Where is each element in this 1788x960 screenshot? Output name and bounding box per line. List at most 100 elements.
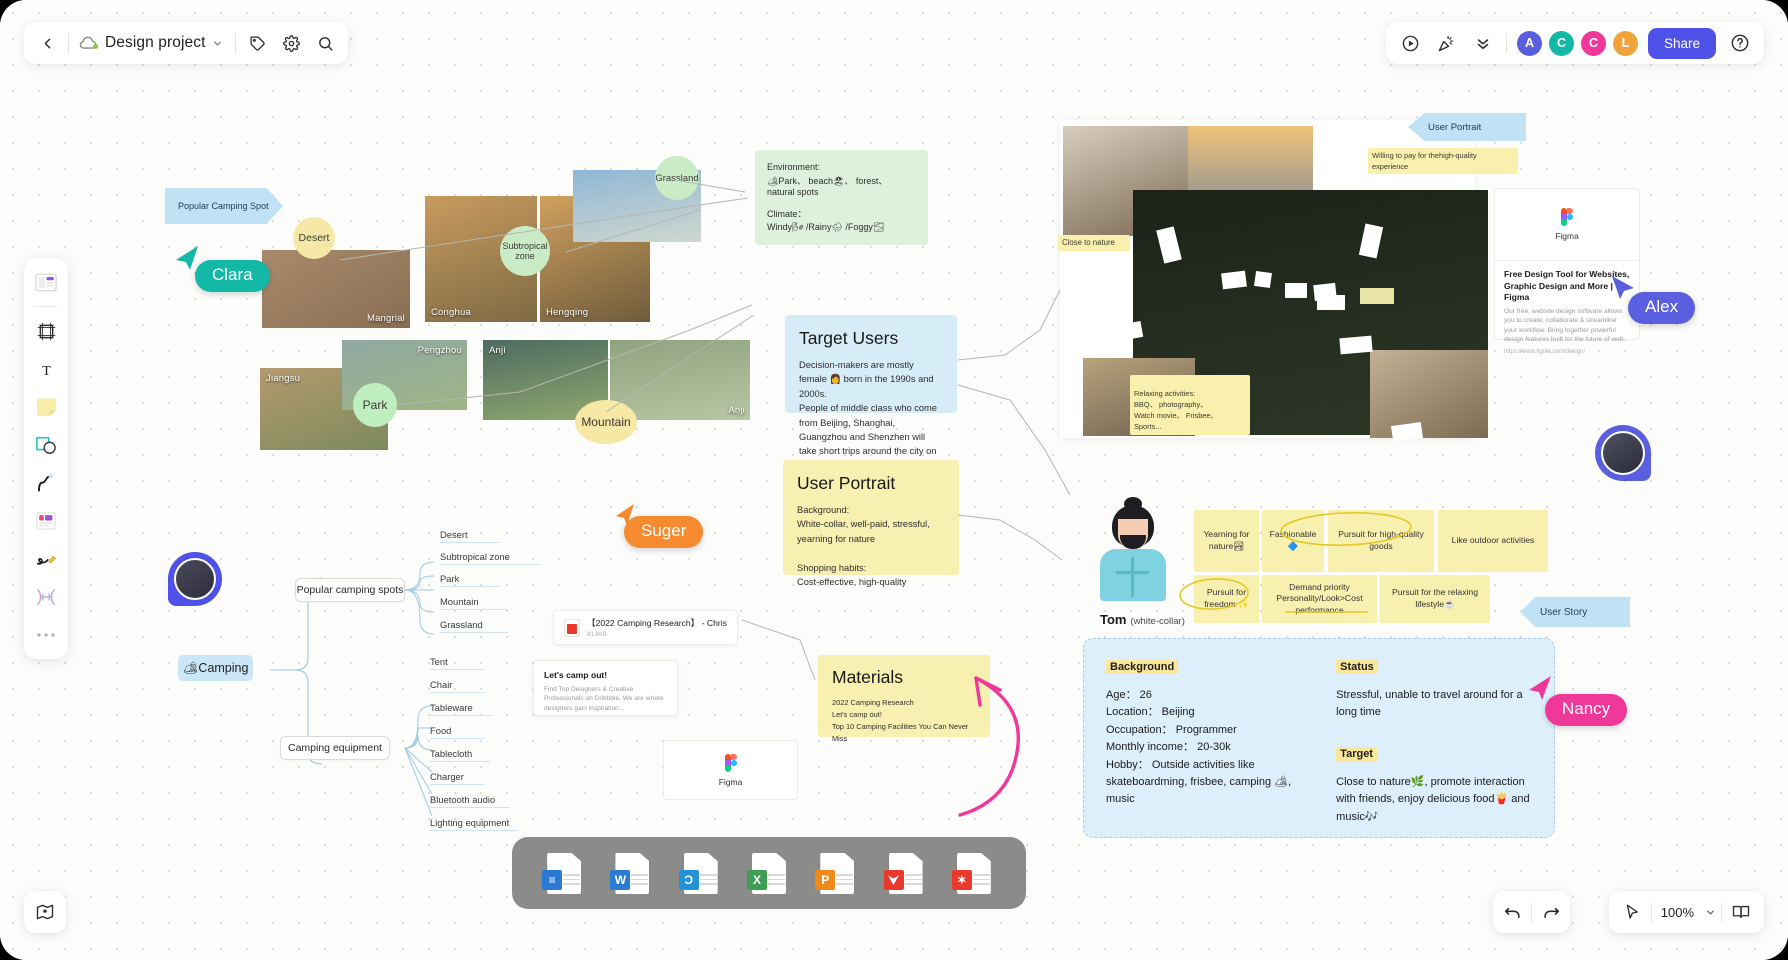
moodboard-photo-table[interactable]: [1370, 350, 1488, 438]
tool-connector[interactable]: [29, 466, 63, 500]
mindmap-leaf[interactable]: Food: [430, 725, 485, 739]
dock-item-pdf-file[interactable]: ⮟: [883, 850, 929, 896]
cursor-name: Suger: [641, 521, 686, 540]
excel-badge-icon: X: [747, 870, 767, 890]
figma-label: Figma: [1555, 231, 1579, 241]
camp-link-card[interactable]: Let's camp out! Find Top Designers & Cre…: [533, 660, 678, 716]
file-dock[interactable]: ≡ W Ɔ X P ⮟ ✶: [512, 837, 1026, 909]
double-chevron-down-icon: [1474, 34, 1492, 52]
spot-chip-grassland[interactable]: Grassland: [655, 156, 699, 200]
tool-text[interactable]: T: [29, 352, 63, 386]
tool-pen[interactable]: [29, 542, 63, 576]
spot-chip-park[interactable]: Park: [353, 383, 397, 427]
mindmap-branch-spots[interactable]: Popular camping spots: [295, 578, 405, 602]
zoom-dropdown-button[interactable]: [1699, 893, 1721, 931]
tool-more[interactable]: [29, 580, 63, 614]
avatar[interactable]: A: [1517, 31, 1542, 56]
moodboard-note-quality[interactable]: Willing to pay for thehigh-quality exper…: [1368, 148, 1518, 174]
tool-shapes[interactable]: [29, 428, 63, 462]
pointer-tool-button[interactable]: [1613, 893, 1651, 931]
link-title: Let's camp out!: [544, 670, 667, 682]
minimap-button[interactable]: [24, 891, 66, 933]
mindmap-leaf[interactable]: Desert: [440, 529, 500, 543]
mindmap-leaf[interactable]: Charger: [430, 771, 485, 785]
mindmap-leaf[interactable]: Mountain: [440, 596, 508, 610]
mindmap-leaf[interactable]: Grassland: [440, 619, 508, 633]
presentation-mode-button[interactable]: [1722, 893, 1760, 931]
camp-photo-desert[interactable]: Mangrial: [262, 250, 410, 328]
collaborator-avatars: A C C L: [1517, 31, 1638, 56]
mindmap-branch-label: Camping equipment: [288, 742, 382, 754]
section-tag-user-story[interactable]: User Story: [1520, 597, 1630, 627]
figma-card-right[interactable]: Figma Free Design Tool for Websites, Gra…: [1494, 188, 1640, 340]
collaborator-avatar-bubble[interactable]: [1595, 425, 1651, 481]
tool-sticky-note[interactable]: [29, 390, 63, 424]
persona-role: (white-collar): [1130, 616, 1184, 627]
research-file-row[interactable]: 【2022 Camping Research】 - Chris 813KB: [553, 610, 738, 645]
figma-card-small[interactable]: Figma: [663, 740, 798, 800]
avatar[interactable]: L: [1613, 31, 1638, 56]
avatar[interactable]: C: [1581, 31, 1606, 56]
user-portrait-card[interactable]: User Portrait Background: White-collar, …: [783, 460, 959, 575]
mindmap-leaf[interactable]: Tableware: [430, 702, 492, 716]
tool-templates[interactable]: [29, 265, 63, 299]
collapse-button[interactable]: [1466, 26, 1500, 60]
target-users-card[interactable]: Target Users Decision-makers are mostly …: [785, 315, 957, 413]
mindmap-leaf[interactable]: Tablecloth: [430, 748, 490, 762]
settings-button[interactable]: [274, 26, 308, 60]
card-title: User Portrait: [797, 473, 945, 494]
mindmap-leaf[interactable]: Chair: [430, 679, 485, 693]
celebrate-button[interactable]: [1430, 26, 1464, 60]
dock-item-excel-file[interactable]: X: [746, 850, 792, 896]
back-button[interactable]: [30, 26, 64, 60]
moodboard-pin: [1285, 283, 1307, 298]
chip-label: Grassland: [655, 173, 698, 184]
mindmap-leaf[interactable]: Subtropical zone: [440, 551, 540, 565]
mindmap-branch-equipment[interactable]: Camping equipment: [280, 736, 390, 760]
search-button[interactable]: [308, 26, 342, 60]
doc-lines-icon: [973, 874, 990, 888]
help-button[interactable]: [1724, 27, 1756, 59]
connector-icon: [36, 473, 56, 494]
dock-item-slides-file[interactable]: ≡: [541, 850, 587, 896]
dock-item-powerpoint-file[interactable]: P: [814, 850, 860, 896]
environment-note[interactable]: Environment: 🏕Park、 beach🏖、 forest、 natu…: [755, 150, 928, 245]
dock-item-word-file[interactable]: W: [609, 850, 655, 896]
spot-chip-desert[interactable]: Desert: [293, 217, 335, 259]
toolbar-divider: [1506, 33, 1507, 53]
persona-detail-panel[interactable]: Background Age： 26 Location： Beijing Occ…: [1083, 638, 1555, 838]
mindmap-leaf[interactable]: Lighting equipment: [430, 817, 518, 831]
moodboard-note-nature[interactable]: Close to nature: [1058, 235, 1130, 251]
doc-lines-icon: [768, 874, 785, 888]
mindmap-leaf[interactable]: Bluetooth audio: [430, 794, 510, 808]
pink-arrow-annotation: [940, 660, 1070, 820]
dock-item-whiteboard-file[interactable]: ✶: [951, 850, 997, 896]
mindmap-leaf[interactable]: Tent: [430, 656, 485, 670]
moodboard-note-relaxing[interactable]: Relaxing activities: BBQ、 photography、 W…: [1130, 375, 1250, 435]
redo-button[interactable]: [1532, 893, 1570, 931]
project-selector[interactable]: Design project: [73, 26, 231, 60]
undo-button[interactable]: [1493, 893, 1531, 931]
present-button[interactable]: [1394, 26, 1428, 60]
text-icon: T: [36, 359, 57, 380]
spot-chip-subtropical[interactable]: Subtropical zone: [500, 226, 550, 276]
question-circle-icon: [1730, 33, 1750, 53]
mindmap-root[interactable]: 🏕Camping: [178, 655, 253, 681]
section-tag-user-portrait[interactable]: User Portrait: [1408, 113, 1526, 141]
spot-chip-mountain[interactable]: Mountain: [575, 400, 637, 444]
mindmap-leaf[interactable]: Park: [440, 573, 500, 587]
tool-overflow[interactable]: [29, 618, 63, 652]
dock-item-mindmap-file[interactable]: Ɔ: [678, 850, 724, 896]
tool-frame[interactable]: [29, 314, 63, 348]
share-button[interactable]: Share: [1648, 28, 1716, 59]
tag-button[interactable]: [240, 26, 274, 60]
zoom-level-display[interactable]: 100%: [1652, 905, 1699, 920]
persona-field: Age： 26: [1106, 687, 1316, 704]
rail-divider: [34, 306, 58, 307]
moodboard-pin: [1360, 288, 1394, 304]
mindmap-avatar[interactable]: [168, 552, 222, 606]
tool-card[interactable]: [29, 504, 63, 538]
avatar[interactable]: C: [1549, 31, 1574, 56]
chevron-down-icon: [1705, 907, 1716, 918]
section-tag-camping-spot[interactable]: Popular Camping Spot: [165, 188, 283, 224]
